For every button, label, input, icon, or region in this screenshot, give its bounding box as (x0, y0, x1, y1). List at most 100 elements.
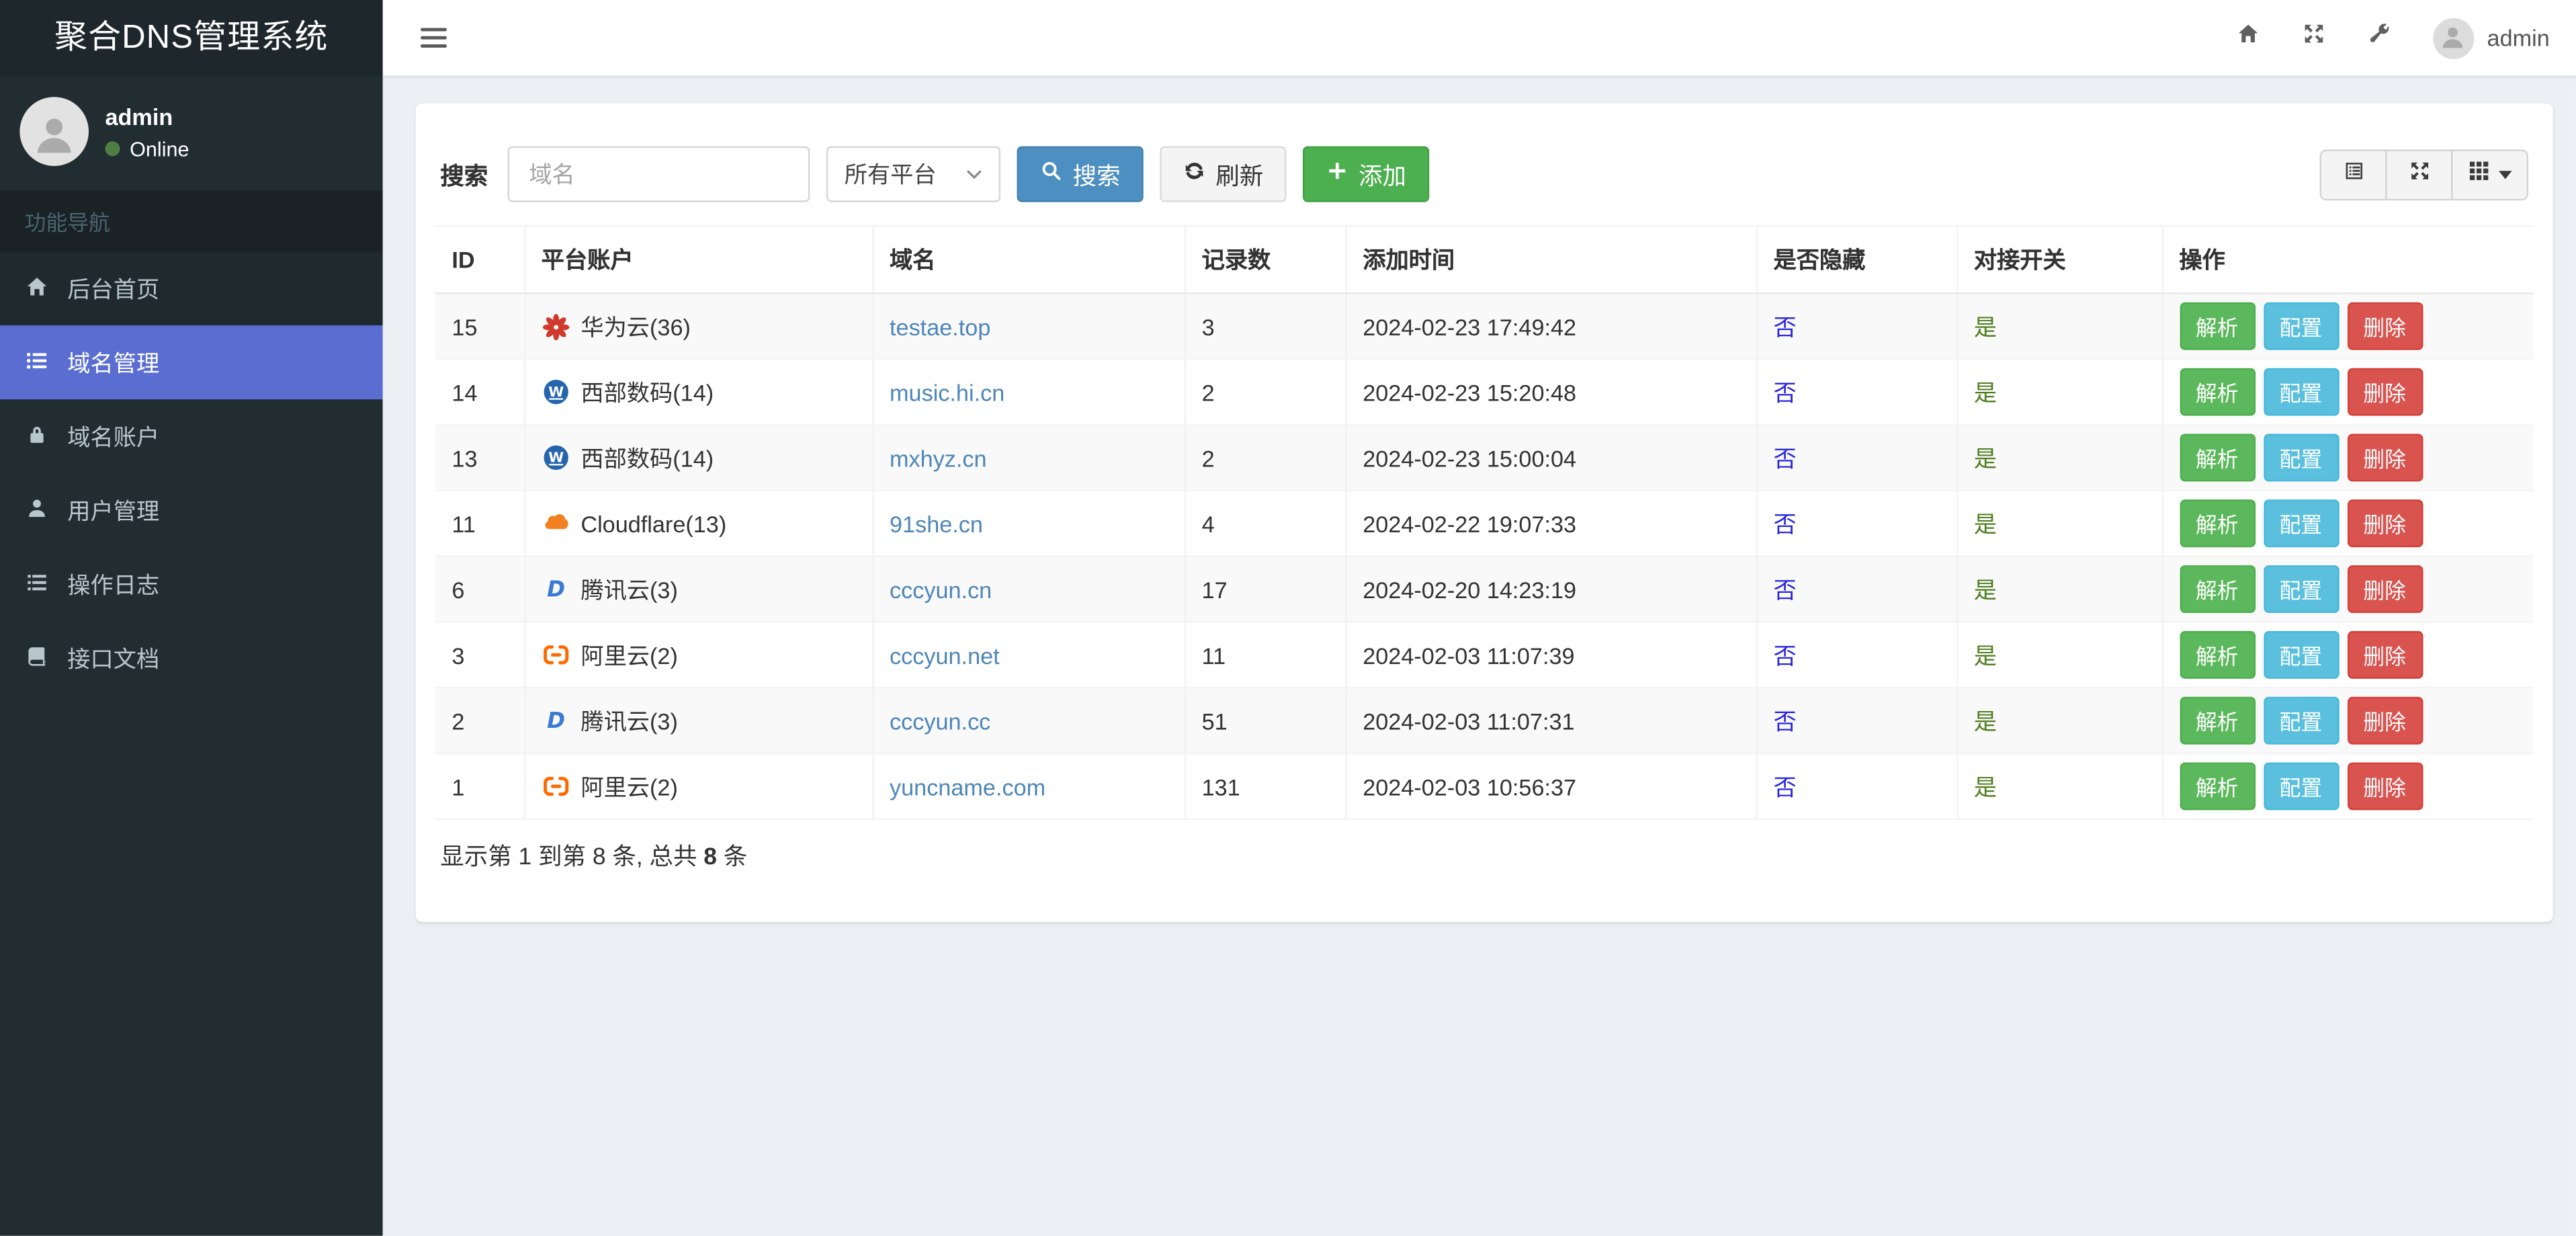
cell-platform: D 腾讯云(3) (523, 555, 873, 622)
cell-domain: yuncname.com (871, 752, 1185, 819)
domain-link[interactable]: 91she.cn (890, 510, 983, 536)
sidebar-item-accounts[interactable]: 域名账户 (0, 399, 383, 473)
add-button[interactable]: 添加 (1302, 146, 1430, 202)
cell-added: 2024-02-23 15:20:48 (1344, 358, 1756, 425)
hidden-toggle-link[interactable]: 否 (1773, 642, 1796, 668)
search-button[interactable]: 搜索 (1017, 146, 1144, 202)
sidebar-item-label: 接口文档 (67, 645, 160, 671)
cell-switch: 是 (1955, 489, 2162, 557)
domain-link[interactable]: yuncname.com (890, 773, 1045, 799)
west-icon: W (542, 378, 570, 406)
cell-switch: 是 (1955, 752, 2162, 819)
cell-switch: 是 (1955, 423, 2162, 491)
tencent-icon: D (542, 575, 570, 604)
avatar[interactable] (2432, 17, 2474, 58)
config-button[interactable]: 配置 (2263, 368, 2339, 416)
switch-toggle-link[interactable]: 是 (1974, 642, 1997, 668)
online-dot-icon (105, 141, 120, 157)
refresh-button[interactable]: 刷新 (1160, 146, 1287, 202)
main-content: 搜索 所有平台 搜索 刷新 添加 (382, 75, 2576, 1236)
platform-label: Cloudflare(13) (581, 510, 727, 537)
cell-records: 2 (1183, 358, 1346, 425)
config-button[interactable]: 配置 (2263, 302, 2339, 350)
home-icon[interactable] (2216, 0, 2282, 75)
cloudflare-icon (542, 509, 570, 538)
platform-select[interactable]: 所有平台 (826, 146, 1001, 202)
parse-button[interactable]: 解析 (2179, 434, 2255, 482)
wrench-icon[interactable] (2348, 0, 2413, 75)
fullscreen-icon[interactable] (2282, 0, 2348, 75)
sidebar-item-label: 用户管理 (67, 497, 160, 524)
search-input[interactable] (507, 146, 810, 202)
user-icon (25, 495, 50, 525)
table-row: 13 W 西部数码(14) mxhyz.cn 2 2024-02-23 15:00:04 否… (435, 423, 2534, 491)
cell-domain: cccyun.cc (871, 687, 1185, 754)
sidebar-item-domains[interactable]: 域名管理 (0, 325, 383, 400)
parse-button[interactable]: 解析 (2179, 368, 2255, 416)
cell-hidden: 否 (1755, 292, 1957, 360)
delete-button[interactable]: 删除 (2346, 696, 2423, 745)
switch-toggle-link[interactable]: 是 (1974, 708, 1997, 734)
domain-link[interactable]: cccyun.cn (890, 576, 992, 602)
hidden-toggle-link[interactable]: 否 (1773, 379, 1796, 405)
delete-button[interactable]: 删除 (2346, 499, 2423, 548)
user-status-label: Online (130, 137, 189, 161)
config-button[interactable]: 配置 (2263, 499, 2339, 548)
parse-button[interactable]: 解析 (2179, 762, 2255, 811)
sidebar-item-home[interactable]: 后台首页 (0, 251, 383, 326)
hidden-toggle-link[interactable]: 否 (1773, 576, 1796, 602)
switch-toggle-link[interactable]: 是 (1974, 313, 1997, 339)
topbar-username[interactable]: admin (2487, 25, 2550, 51)
search-label: 搜索 (440, 163, 488, 190)
parse-button[interactable]: 解析 (2179, 302, 2255, 350)
hidden-toggle-link[interactable]: 否 (1773, 510, 1796, 536)
switch-toggle-link[interactable]: 是 (1974, 510, 1997, 536)
col-actions: 操作 (2161, 224, 2534, 294)
config-button[interactable]: 配置 (2263, 565, 2339, 614)
switch-toggle-link[interactable]: 是 (1974, 773, 1997, 799)
table-row: 15 华为云(36) testae.top 3 2024-02-23 17:49:42 否… (435, 292, 2534, 360)
domain-link[interactable]: cccyun.net (890, 642, 1000, 668)
domain-link[interactable]: cccyun.cc (890, 708, 990, 734)
view-toggle-group (2319, 149, 2529, 200)
parse-button[interactable]: 解析 (2179, 565, 2255, 614)
hidden-toggle-link[interactable]: 否 (1773, 313, 1796, 339)
domain-link[interactable]: testae.top (890, 313, 990, 339)
delete-button[interactable]: 删除 (2346, 630, 2423, 679)
parse-button[interactable]: 解析 (2179, 630, 2255, 679)
sidebar-toggle-icon[interactable] (411, 13, 456, 62)
sidebar-item-label: 域名管理 (67, 349, 160, 376)
switch-toggle-link[interactable]: 是 (1974, 576, 1997, 602)
domains-table: ID 平台账户 域名 记录数 添加时间 是否隐藏 对接开关 操作 15 华为云(3… (435, 224, 2534, 820)
sidebar-item-users[interactable]: 用户管理 (0, 473, 383, 547)
brand-title: 聚合DNS管理系统 (0, 0, 383, 76)
delete-button[interactable]: 删除 (2346, 434, 2423, 482)
delete-button[interactable]: 删除 (2346, 565, 2423, 614)
fullscreen-table-button[interactable] (2385, 149, 2453, 200)
config-button[interactable]: 配置 (2263, 434, 2339, 482)
col-hidden: 是否隐藏 (1755, 224, 1957, 294)
sidebar-item-logs[interactable]: 操作日志 (0, 547, 383, 621)
plus-icon (1326, 159, 1348, 189)
delete-button[interactable]: 删除 (2346, 302, 2423, 350)
parse-button[interactable]: 解析 (2179, 499, 2255, 548)
parse-button[interactable]: 解析 (2179, 696, 2255, 745)
card-view-button[interactable] (2319, 149, 2387, 200)
hidden-toggle-link[interactable]: 否 (1773, 708, 1796, 734)
switch-toggle-link[interactable]: 是 (1974, 379, 1997, 405)
config-button[interactable]: 配置 (2263, 630, 2339, 679)
sidebar-item-api-docs[interactable]: 接口文档 (0, 621, 383, 695)
nav-section-label: 功能导航 (0, 190, 383, 252)
platform-label: 阿里云(2) (581, 773, 678, 800)
delete-button[interactable]: 删除 (2346, 762, 2423, 811)
config-button[interactable]: 配置 (2263, 762, 2339, 811)
columns-button[interactable] (2451, 149, 2529, 200)
hidden-toggle-link[interactable]: 否 (1773, 773, 1796, 799)
switch-toggle-link[interactable]: 是 (1974, 444, 1997, 470)
domain-link[interactable]: music.hi.cn (890, 379, 1004, 405)
config-button[interactable]: 配置 (2263, 696, 2339, 745)
delete-button[interactable]: 删除 (2346, 368, 2423, 416)
hidden-toggle-link[interactable]: 否 (1773, 444, 1796, 470)
domain-link[interactable]: mxhyz.cn (890, 444, 987, 470)
tencent-icon: D (542, 706, 570, 735)
